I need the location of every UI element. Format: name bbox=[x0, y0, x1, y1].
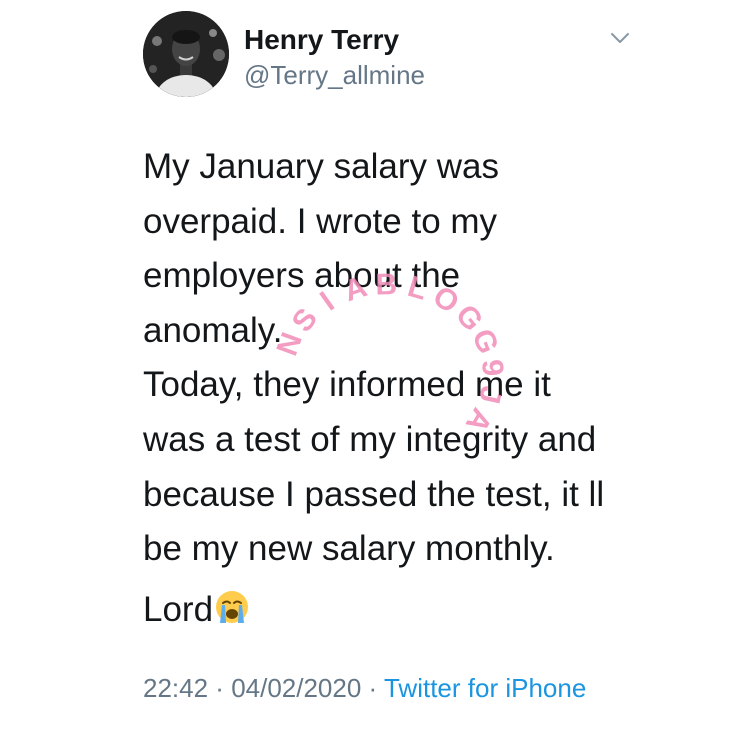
tweet-closing-line: Lord bbox=[143, 586, 250, 634]
tweet-text: My January salary was overpaid. I wrote … bbox=[143, 140, 703, 577]
tweet-text-line: My January salary was bbox=[143, 147, 499, 186]
author-name[interactable]: Henry Terry bbox=[244, 24, 399, 56]
chevron-down-icon bbox=[611, 33, 629, 43]
tweet-text-line: overpaid. I wrote to my bbox=[143, 201, 498, 241]
tweet-text-line: Today, they informed me it bbox=[143, 365, 551, 405]
avatar[interactable] bbox=[143, 11, 229, 97]
author-handle[interactable]: @Terry_allmine bbox=[244, 60, 425, 90]
tweet-text-line: be my new salary monthly. bbox=[143, 529, 555, 569]
tweet-text-line: anomaly. bbox=[143, 310, 283, 350]
meta-separator: · bbox=[208, 673, 232, 703]
tweet-date[interactable]: 04/02/2020 bbox=[231, 673, 361, 703]
tweet-menu-button[interactable] bbox=[606, 28, 634, 48]
meta-separator: · bbox=[361, 673, 384, 703]
tweet-text-line: employers about the bbox=[143, 256, 461, 296]
tweet-text-line: because I passed the test, it ll bbox=[143, 474, 605, 514]
profile-photo-icon bbox=[143, 11, 229, 97]
tweet-text-line: was a test of my integrity and bbox=[143, 419, 597, 459]
tweet-metadata: 22:42 · 04/02/2020 · Twitter for iPhone bbox=[143, 670, 663, 706]
tweet-source-link[interactable]: Twitter for iPhone bbox=[384, 673, 586, 703]
loudly-crying-face-icon bbox=[214, 589, 250, 625]
tweet-time[interactable]: 22:42 bbox=[143, 673, 208, 703]
closing-text: Lord bbox=[143, 590, 214, 629]
tweet-card: Henry Terry @Terry_allmine My January sa… bbox=[0, 0, 750, 750]
